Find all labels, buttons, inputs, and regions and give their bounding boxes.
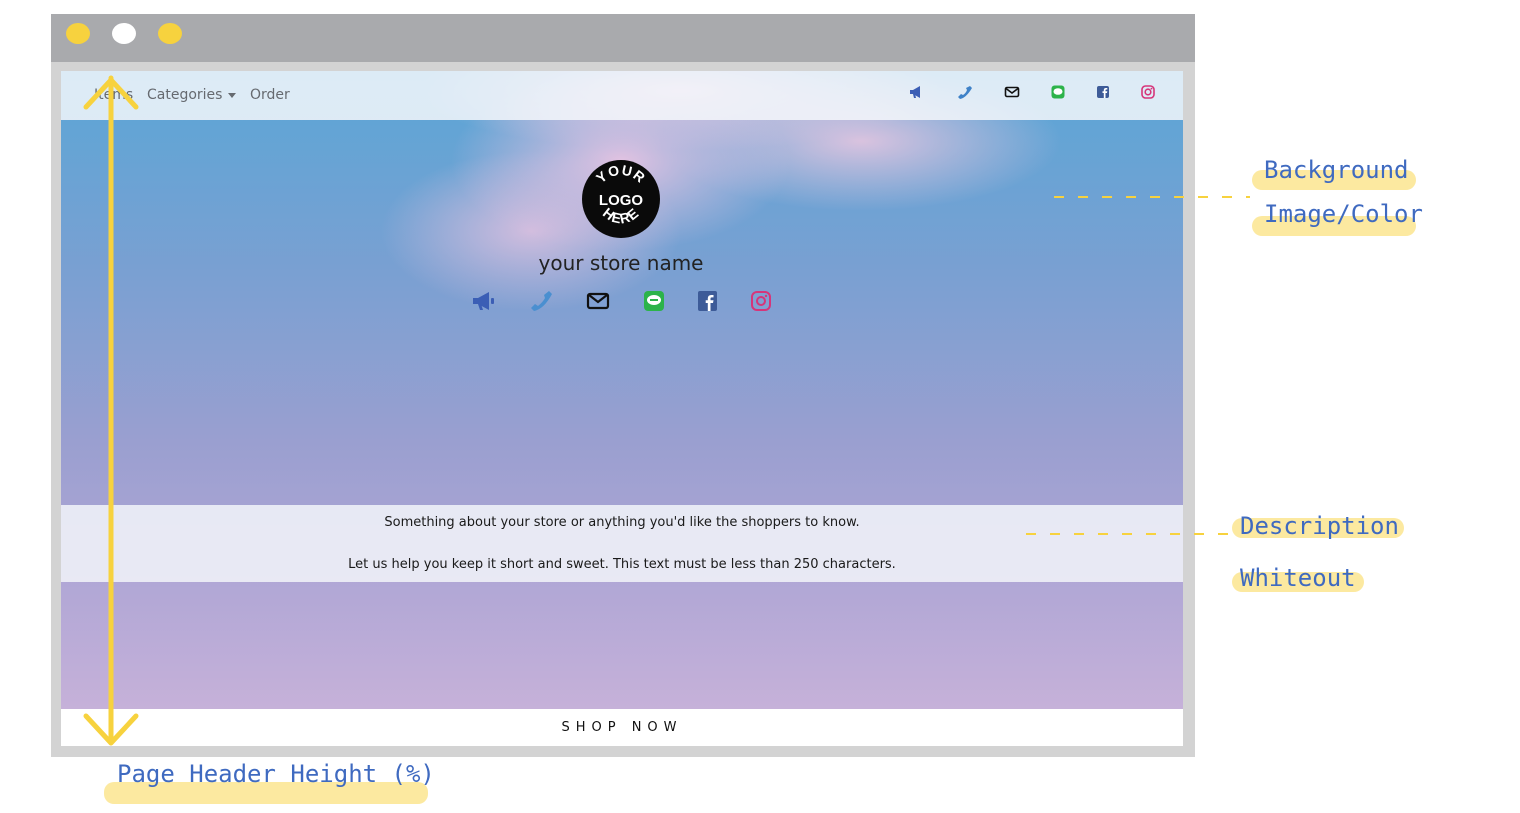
- browser-titlebar: [51, 14, 1195, 62]
- shop-now-button[interactable]: SHOP NOW: [61, 709, 1183, 746]
- nav-categories-label: Categories: [147, 87, 223, 103]
- store-page-header: Items Categories Order YOUR LOGO HERE yo…: [61, 71, 1183, 746]
- logo-lettering: YOUR LOGO HERE: [593, 162, 649, 227]
- phone-icon[interactable]: [530, 290, 554, 312]
- mail-icon[interactable]: [586, 290, 610, 312]
- background-annotation-label: Background Image/Color: [1264, 156, 1423, 228]
- description-annotation-label: Description Whiteout: [1240, 512, 1399, 592]
- window-dot-white: [112, 23, 136, 44]
- instagram-icon[interactable]: [749, 290, 773, 312]
- svg-text:LOGO: LOGO: [599, 192, 643, 209]
- line-icon[interactable]: [642, 290, 666, 312]
- header-height-arrow: [83, 75, 139, 746]
- description-whiteout: Something about your store or anything y…: [61, 505, 1183, 582]
- facebook-icon[interactable]: [695, 290, 719, 312]
- megaphone-icon[interactable]: [472, 290, 496, 312]
- window-dot-yellow: [66, 23, 90, 44]
- instagram-icon[interactable]: [1140, 84, 1156, 100]
- browser-window: Items Categories Order YOUR LOGO HERE yo…: [51, 14, 1195, 757]
- description-line-1: Something about your store or anything y…: [384, 515, 860, 530]
- background-leader-line: [1054, 196, 1250, 198]
- facebook-icon[interactable]: [1095, 84, 1111, 100]
- store-logo[interactable]: YOUR LOGO HERE: [582, 160, 660, 238]
- window-dot-yellow: [158, 23, 182, 44]
- top-navigation: Items Categories Order: [61, 71, 1183, 120]
- description-leader-line: [1026, 533, 1244, 535]
- height-annotation-label: Page Header Height (%): [117, 760, 435, 788]
- megaphone-icon[interactable]: [909, 84, 925, 100]
- chevron-down-icon: [228, 92, 237, 98]
- store-name: your store name: [538, 251, 704, 275]
- phone-icon[interactable]: [957, 84, 973, 100]
- svg-text:YOUR: YOUR: [593, 162, 649, 187]
- description-line-2: Let us help you keep it short and sweet.…: [348, 557, 896, 572]
- mail-icon[interactable]: [1004, 84, 1020, 100]
- nav-link-categories[interactable]: Categories: [147, 87, 237, 103]
- nav-link-order[interactable]: Order: [250, 87, 290, 103]
- line-icon[interactable]: [1050, 84, 1066, 100]
